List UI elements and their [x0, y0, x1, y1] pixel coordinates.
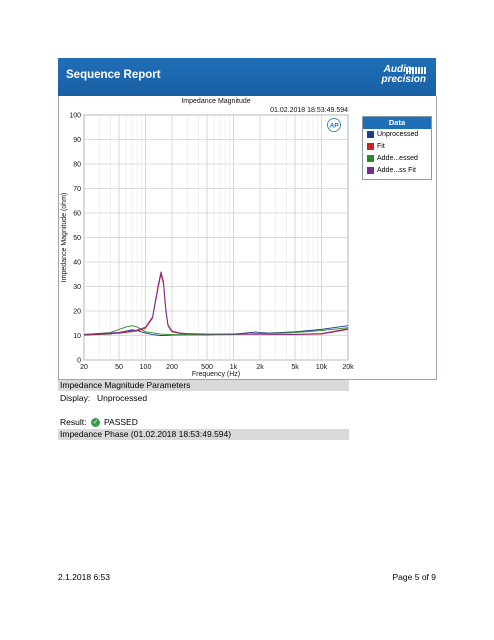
x-tick-label: 500: [201, 364, 213, 371]
y-tick-label: 80: [73, 162, 81, 169]
y-tick-label: 10: [73, 333, 81, 340]
legend-swatch: [367, 155, 374, 162]
legend-title: Data: [363, 117, 431, 129]
legend-swatch: [367, 143, 374, 150]
x-tick-label: 2k: [256, 364, 264, 371]
y-tick-label: 20: [73, 309, 81, 316]
y-tick-label: 50: [73, 235, 81, 242]
y-tick-label: 90: [73, 137, 81, 144]
report-header: Sequence Report Audio precision: [58, 58, 436, 96]
y-tick-label: 100: [69, 113, 81, 120]
y-tick-label: 60: [73, 211, 81, 218]
y-tick-label: 40: [73, 260, 81, 267]
legend-swatch: [367, 167, 374, 174]
legend-label: Unprocessed: [377, 131, 419, 138]
legend-item: Adde...essed: [363, 153, 431, 165]
result-label: Result:: [60, 417, 87, 427]
chart-timestamp: 01.02.2018 18:53:49.594: [270, 107, 348, 114]
x-tick-label: 50: [115, 364, 123, 371]
x-tick-label: 1k: [230, 364, 238, 371]
chart-legend: Data Unprocessed Fit Adde...essed Adde...ss…: [362, 116, 432, 180]
next-section-title: Impedance Phase (01.02.2018 18:53:49.594…: [58, 429, 349, 440]
x-tick-label: 200: [166, 364, 178, 371]
ap-badge-text: AP: [328, 123, 339, 130]
x-tick-label: 20k: [342, 364, 354, 371]
display-value: Unprocessed: [97, 393, 148, 403]
y-tick-label: 70: [73, 186, 81, 193]
result-value: PASSED: [104, 417, 138, 427]
display-label: Display:: [60, 393, 91, 403]
check-circle-icon: ✓: [91, 418, 100, 427]
params-section-title: Impedance Magnitude Parameters: [58, 380, 349, 391]
legend-label: Fit: [377, 143, 385, 150]
x-tick-label: 5k: [291, 364, 299, 371]
audio-precision-logo: Audio precision: [362, 64, 426, 90]
legend-item: Fit: [363, 141, 431, 153]
chart-title: Impedance Magnitude: [181, 98, 250, 105]
y-axis-label: Impedance Magnitude (ohm): [61, 193, 68, 283]
x-tick-label: 100: [140, 364, 152, 371]
footer-page: Page 5 of 9: [392, 572, 436, 582]
y-tick-label: 30: [73, 284, 81, 291]
legend-item: Unprocessed: [363, 129, 431, 141]
footer-date: 2.1.2018 6:53: [58, 572, 110, 582]
x-tick-label: 20: [80, 364, 88, 371]
x-tick-label: 10k: [316, 364, 328, 371]
legend-label: Adde...ss Fit: [377, 167, 416, 174]
logo-line2: precision: [381, 74, 426, 85]
legend-label: Adde...essed: [377, 155, 418, 162]
legend-item: Adde...ss Fit: [363, 165, 431, 177]
legend-swatch: [367, 131, 374, 138]
logo-bars-icon: [406, 67, 426, 74]
chart-panel: 0 10 20 30 40 50 60 70 80 90 100 20 50 100 200 500 1k 2k 5…: [58, 96, 437, 380]
x-axis-label: Frequency (Hz): [192, 371, 240, 378]
report-title: Sequence Report: [66, 69, 161, 81]
